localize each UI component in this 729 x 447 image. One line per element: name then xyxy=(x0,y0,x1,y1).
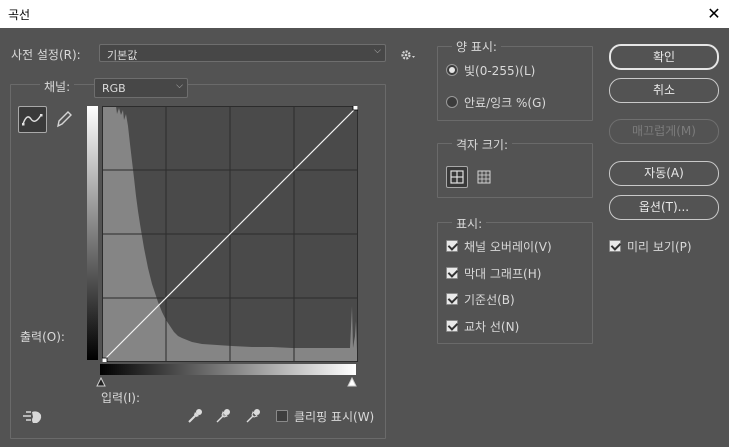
curve-point-tool-button[interactable] xyxy=(18,106,47,133)
output-label: 출력(O): xyxy=(20,330,65,344)
close-icon[interactable]: ✕ xyxy=(699,0,729,28)
preview-checkbox[interactable] xyxy=(609,240,621,252)
preset-options-gear-icon[interactable] xyxy=(400,48,416,62)
light-radio-label[interactable]: 빛(0-255)(L) xyxy=(464,62,535,79)
pigment-radio[interactable] xyxy=(446,96,458,108)
show-title: 표시: xyxy=(452,215,487,232)
preset-label: 사전 설정(R): xyxy=(11,48,81,62)
channel-label: 채널: xyxy=(40,78,75,95)
white-point-slider-icon[interactable] xyxy=(347,377,357,387)
light-radio[interactable] xyxy=(446,64,458,76)
intersection-line-checkbox[interactable] xyxy=(446,320,458,332)
eyedropper-black-icon[interactable] xyxy=(186,407,204,425)
channel-overlay-label[interactable]: 채널 오버레이(V) xyxy=(464,238,552,255)
on-image-adjust-hand-icon[interactable] xyxy=(22,408,44,426)
input-label: 입력(I): xyxy=(101,391,141,405)
curve-point-black[interactable] xyxy=(102,357,108,362)
curve-icon xyxy=(22,114,43,126)
channel-value: RGB xyxy=(102,82,126,95)
chevron-down-icon: ⌵ xyxy=(374,46,381,56)
title-bar: 곡선 ✕ xyxy=(0,0,729,28)
detailed-grid-button[interactable] xyxy=(474,167,494,187)
grid-10x10-icon xyxy=(477,170,491,184)
baseline-label[interactable]: 기준선(B) xyxy=(464,291,515,308)
intersection-line-label[interactable]: 교차 선(N) xyxy=(464,318,519,335)
eyedropper-gray-icon[interactable] xyxy=(214,407,232,425)
preset-value: 기본값 xyxy=(107,49,138,62)
grid-size-title: 격자 크기: xyxy=(452,136,513,153)
channel-dropdown[interactable]: RGB ⌵ xyxy=(94,78,188,98)
histogram-label[interactable]: 막대 그래프(H) xyxy=(464,265,541,282)
options-button[interactable]: 옵션(T)... xyxy=(609,195,719,220)
window-title: 곡선 xyxy=(8,8,31,22)
preset-dropdown[interactable]: 기본값 ⌵ xyxy=(99,44,386,62)
baseline-checkbox[interactable] xyxy=(446,293,458,305)
output-gradient-bar xyxy=(87,106,98,360)
histogram-checkbox[interactable] xyxy=(446,267,458,279)
chevron-down-icon: ⌵ xyxy=(176,81,183,91)
curve-graph[interactable] xyxy=(102,106,358,362)
pencil-icon[interactable] xyxy=(54,108,74,130)
clipping-checkbox[interactable] xyxy=(276,410,288,422)
pigment-radio-label[interactable]: 안료/잉크 %(G) xyxy=(464,94,546,111)
black-point-slider-icon[interactable] xyxy=(96,377,106,387)
auto-button[interactable]: 자동(A) xyxy=(609,161,719,186)
eyedropper-white-icon[interactable] xyxy=(244,407,262,425)
curve-point-white[interactable] xyxy=(352,106,358,111)
channel-overlay-checkbox[interactable] xyxy=(446,240,458,252)
preview-label[interactable]: 미리 보기(P) xyxy=(627,238,692,255)
amount-display-title: 양 표시: xyxy=(452,38,501,55)
simple-grid-button[interactable] xyxy=(446,166,468,188)
input-gradient-bar xyxy=(100,364,356,375)
clipping-label[interactable]: 클리핑 표시(W) xyxy=(294,408,374,425)
ok-button[interactable]: 확인 xyxy=(609,44,719,70)
smooth-button: 매끄럽게(M) xyxy=(609,119,719,144)
grid-4x4-icon xyxy=(450,170,464,184)
cancel-button[interactable]: 취소 xyxy=(609,78,719,103)
